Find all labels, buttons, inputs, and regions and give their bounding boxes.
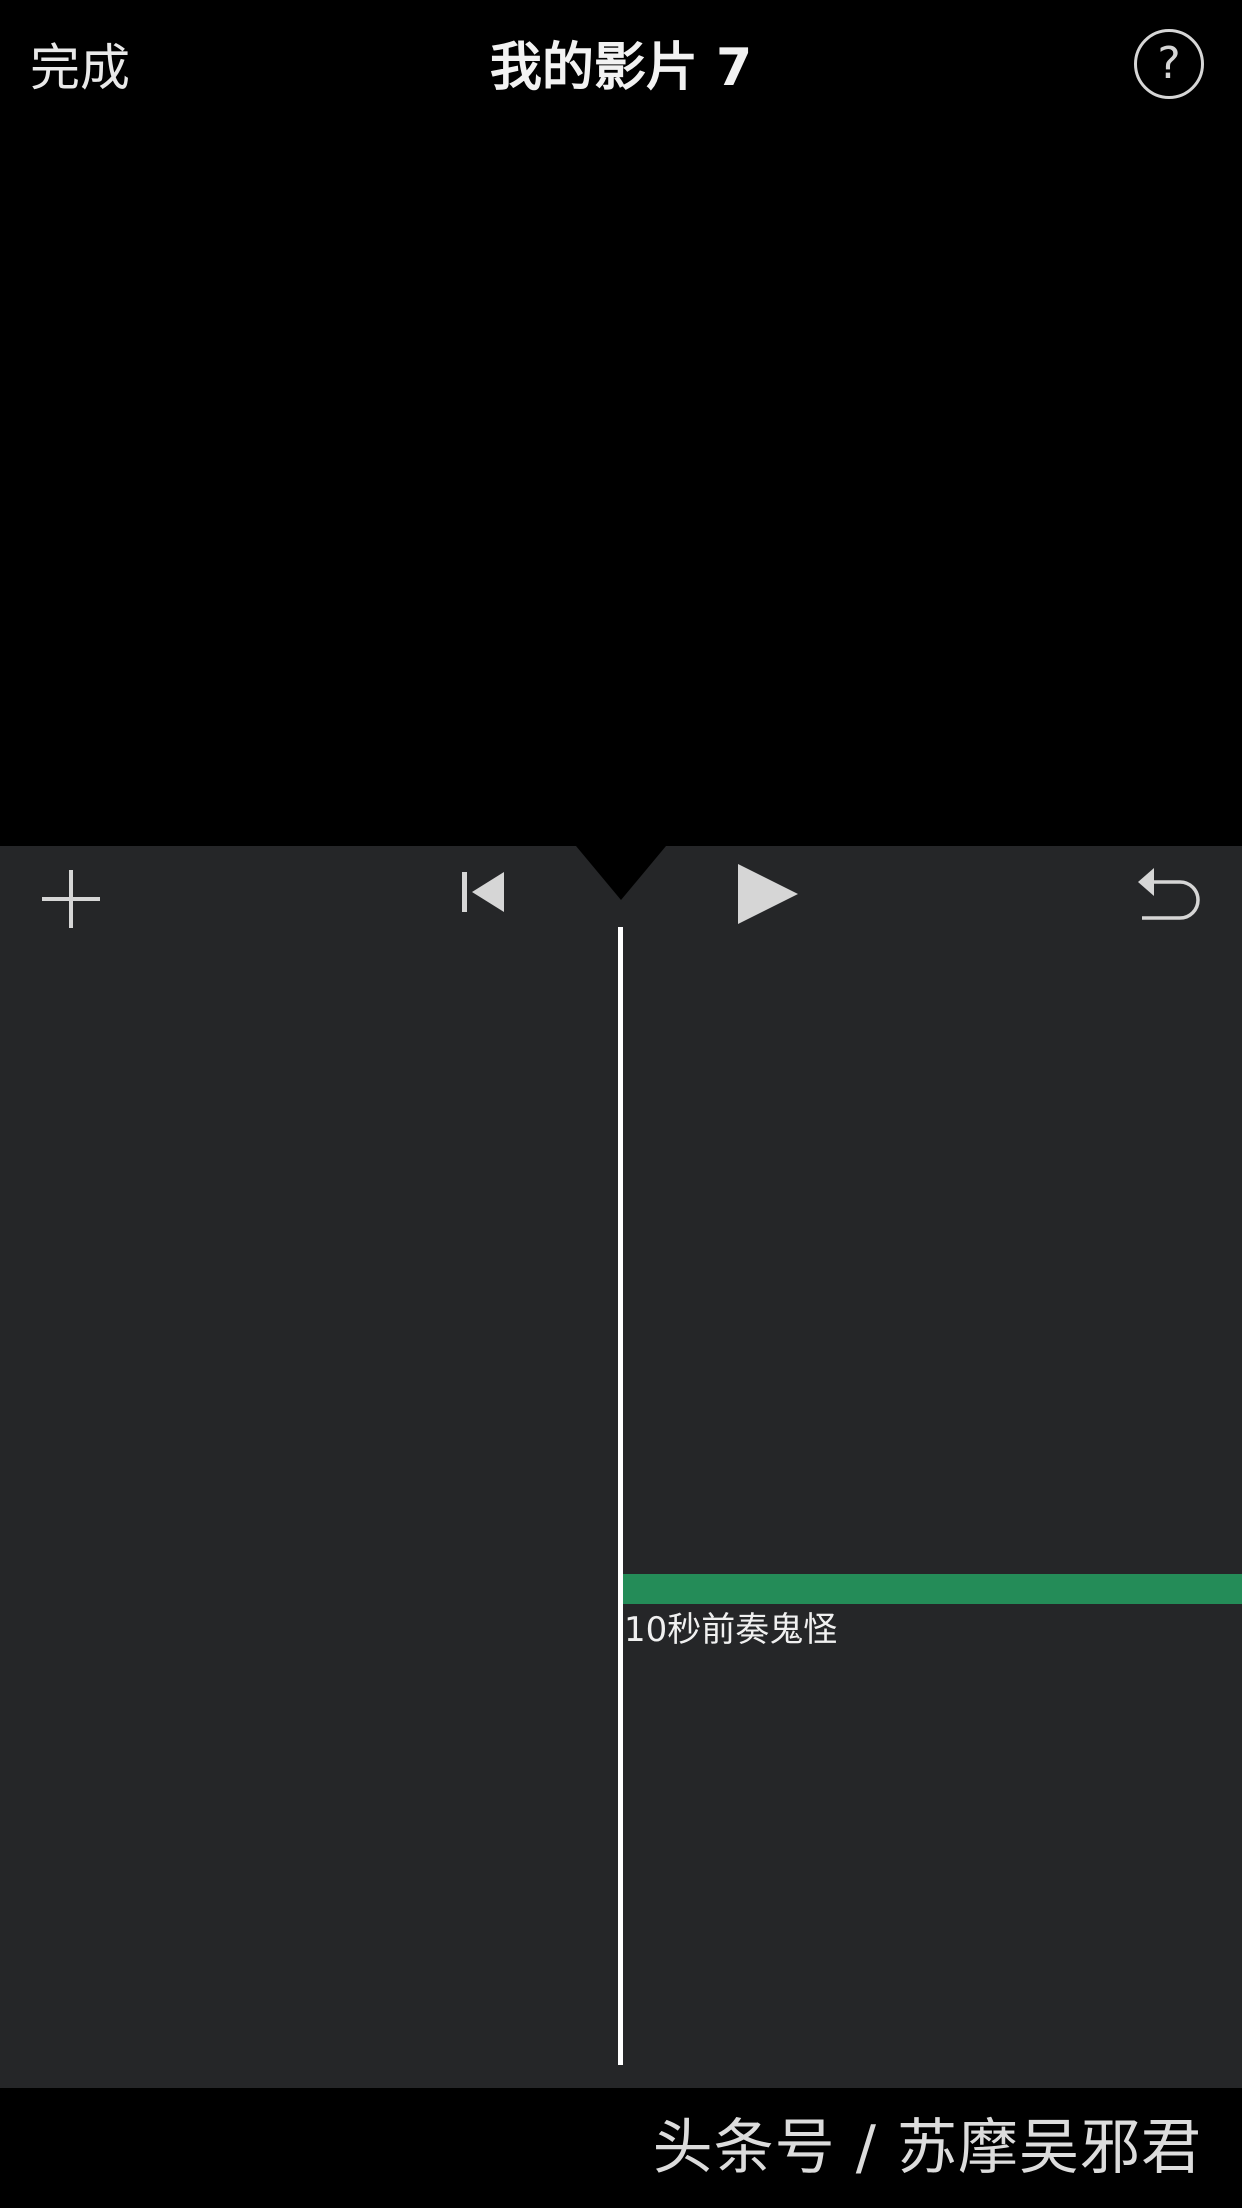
video-preview: 完成 我的影片 7 ?	[0, 0, 1242, 846]
help-icon: ?	[1157, 38, 1181, 89]
page-title: 我的影片 7	[489, 38, 753, 98]
audio-clip-label: 10秒前奏鬼怪	[624, 1610, 838, 1650]
timeline-editor[interactable]: 10秒前奏鬼怪	[0, 846, 1242, 2088]
watermark: 头条号 / 苏摩吴邪君	[652, 2113, 1202, 2183]
plus-icon[interactable]	[40, 868, 102, 930]
play-icon[interactable]	[736, 862, 800, 926]
skip-to-start-icon[interactable]	[460, 870, 506, 914]
playhead[interactable]	[618, 927, 623, 2065]
audio-clip[interactable]	[623, 1574, 1242, 1604]
footer-bar: 头条号 / 苏摩吴邪君	[0, 2088, 1242, 2208]
playhead-notch	[576, 846, 666, 900]
undo-icon[interactable]	[1136, 864, 1202, 922]
help-button[interactable]: ?	[1134, 29, 1204, 99]
